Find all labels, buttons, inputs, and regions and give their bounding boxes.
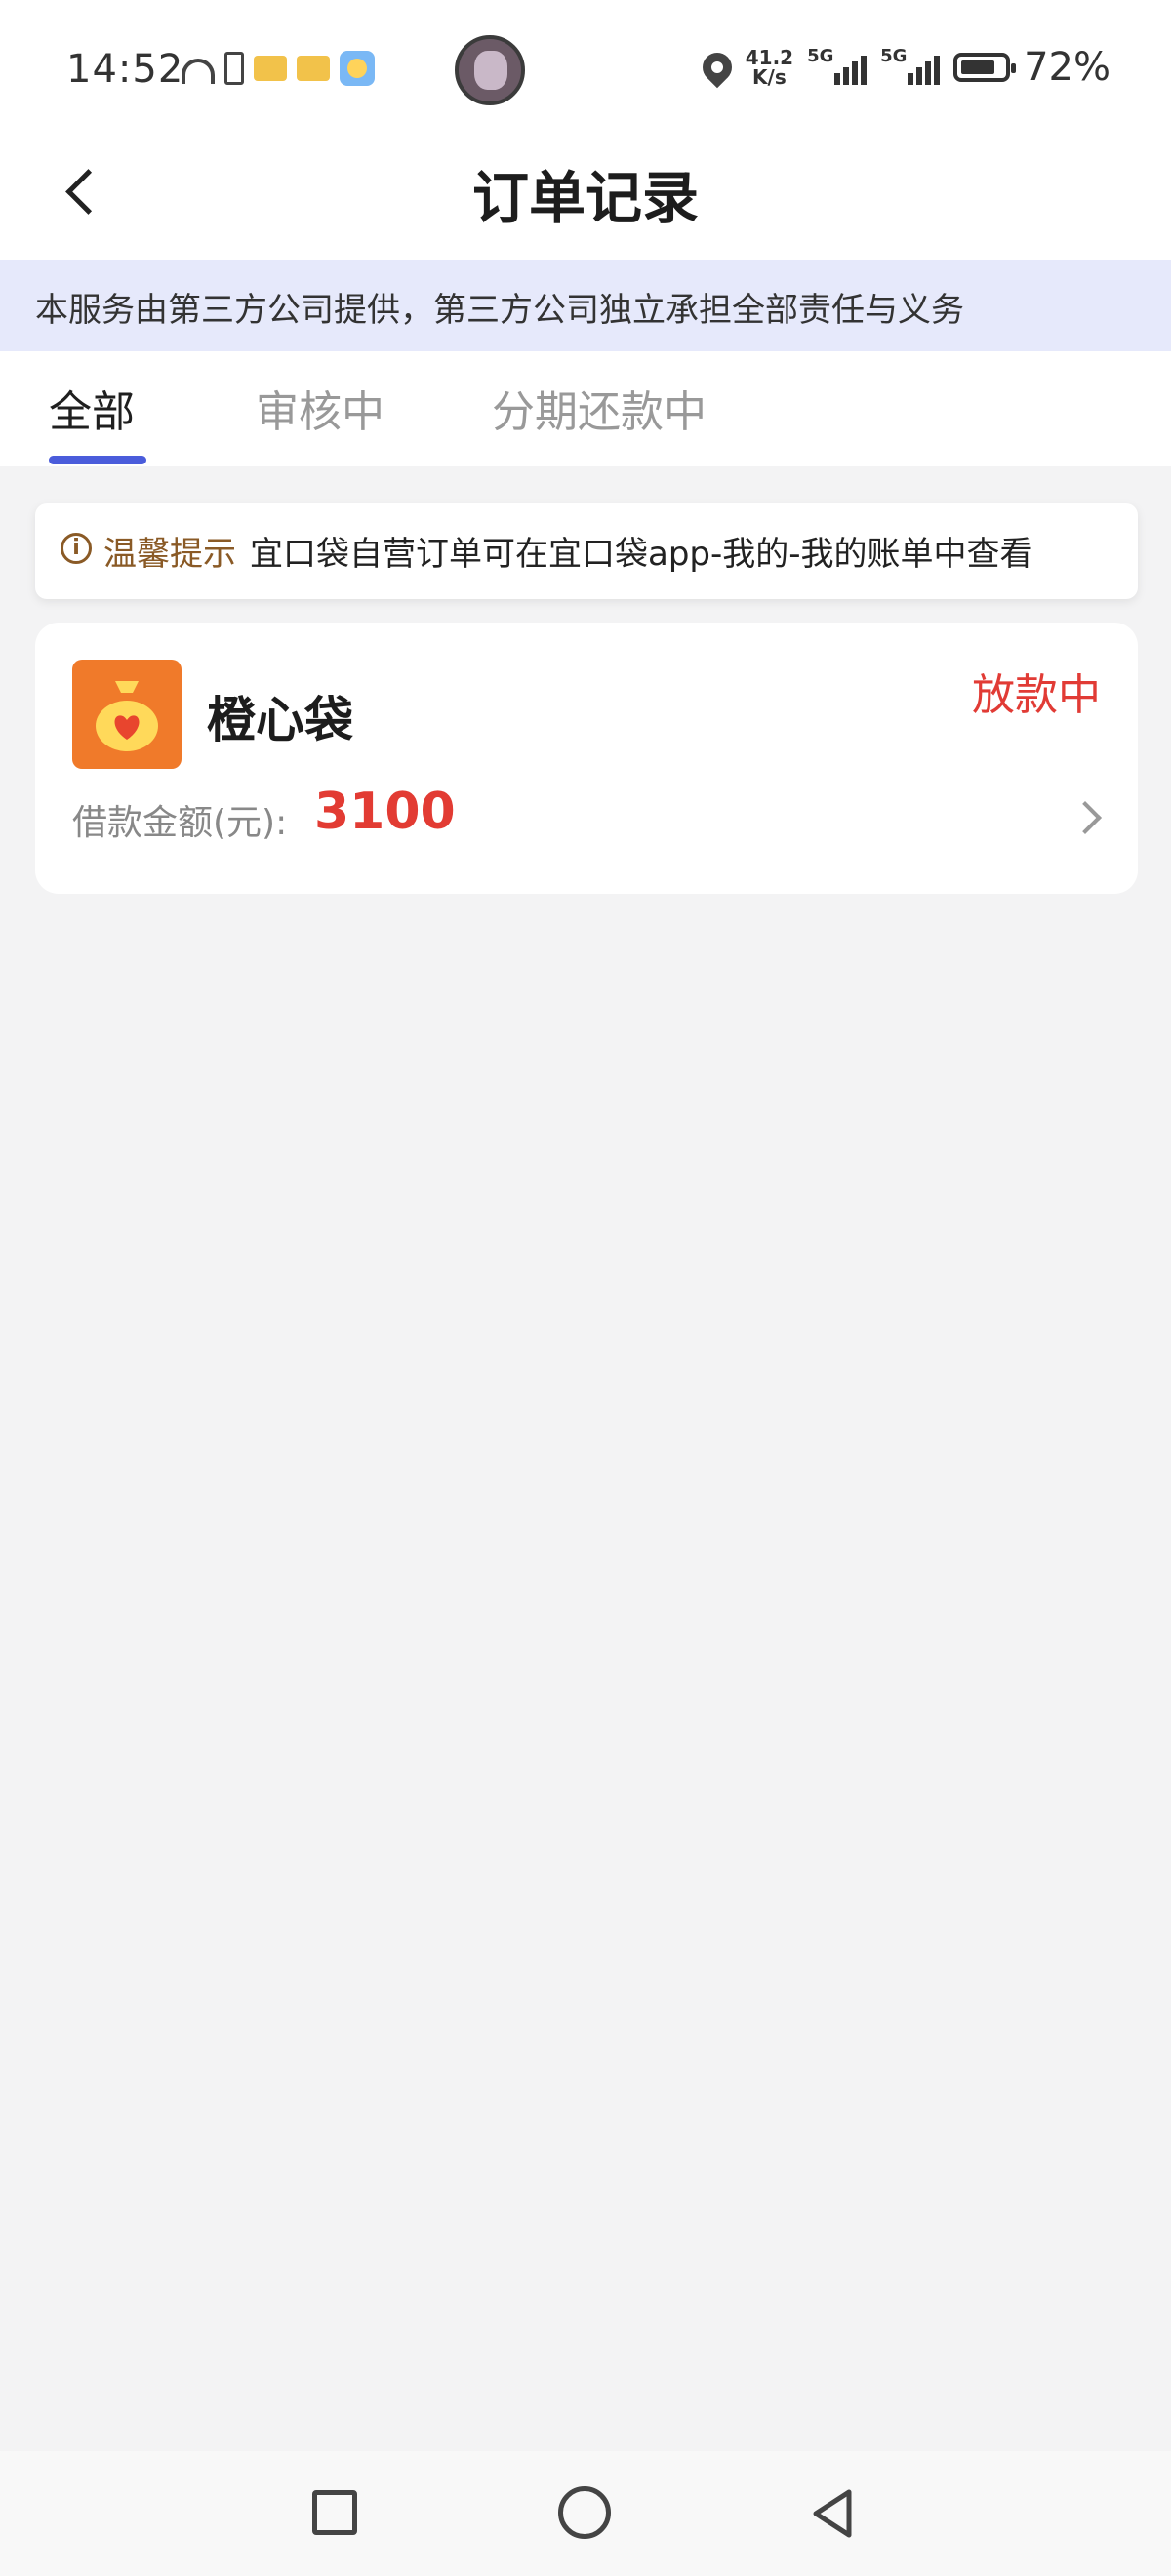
order-amount-label: 借款金额(元): — [72, 803, 288, 843]
signal-icon: 5G — [807, 46, 868, 85]
recent-apps-button[interactable] — [312, 2490, 357, 2535]
status-right-icons: 41.2 K/s 5G 5G 72% — [696, 45, 1110, 90]
status-time: 14:52 — [66, 47, 184, 92]
floating-avatar[interactable] — [455, 35, 525, 105]
active-tab-indicator — [49, 456, 146, 464]
disclaimer-text: 本服务由第三方公司提供，第三方公司独立承担全部责任与义务 — [35, 291, 964, 330]
tip-label: 温馨提示 — [103, 535, 236, 574]
order-status: 放款中 — [972, 670, 1101, 720]
battery-icon — [953, 53, 1017, 82]
network-speed: 41.2 K/s — [745, 46, 794, 89]
nav-back-button[interactable] — [806, 2486, 861, 2541]
money-bag-icon — [96, 681, 158, 751]
folder-icon — [297, 56, 330, 81]
page-title: 订单记录 — [471, 165, 699, 231]
device-battery-icon — [224, 52, 244, 85]
folder-icon — [254, 56, 287, 81]
tab-all[interactable]: 全部 — [49, 377, 135, 439]
tab-installment-repaying[interactable]: 分期还款中 — [492, 377, 707, 439]
status-notification-icons — [182, 51, 375, 86]
battery-percent: 72% — [1024, 45, 1110, 90]
headset-icon — [182, 59, 215, 84]
order-app-name: 橙心袋 — [207, 692, 353, 748]
order-amount: 3100 — [314, 783, 456, 841]
chevron-right-icon[interactable] — [1073, 802, 1101, 829]
signal-icon: 5G — [880, 46, 941, 85]
tip-text: 宜口袋自营订单可在宜口袋app-我的-我的账单中查看 — [250, 535, 1033, 574]
tab-under-review[interactable]: 审核中 — [256, 377, 384, 439]
home-button[interactable] — [558, 2486, 611, 2539]
weather-icon — [340, 51, 375, 86]
location-icon — [696, 46, 738, 89]
info-icon: i — [61, 533, 92, 564]
